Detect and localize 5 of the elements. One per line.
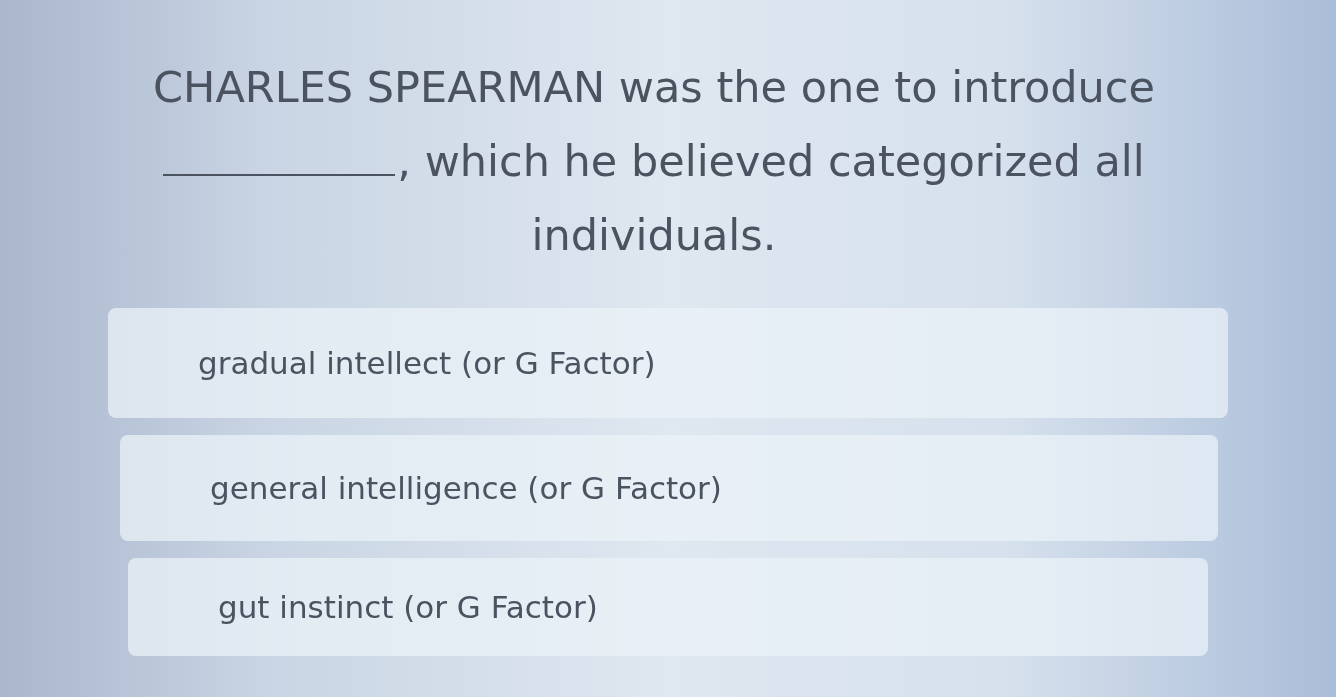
- answer-option[interactable]: general intelligence (or G Factor): [120, 435, 1218, 541]
- answer-option[interactable]: gut instinct (or G Factor): [128, 558, 1208, 656]
- question-text: CHARLES SPEARMAN was the one to introduce: [153, 62, 1155, 112]
- answer-option[interactable]: gradual intellect (or G Factor): [108, 308, 1228, 418]
- question-text: , which he believed categorized all individuals.: [397, 136, 1145, 260]
